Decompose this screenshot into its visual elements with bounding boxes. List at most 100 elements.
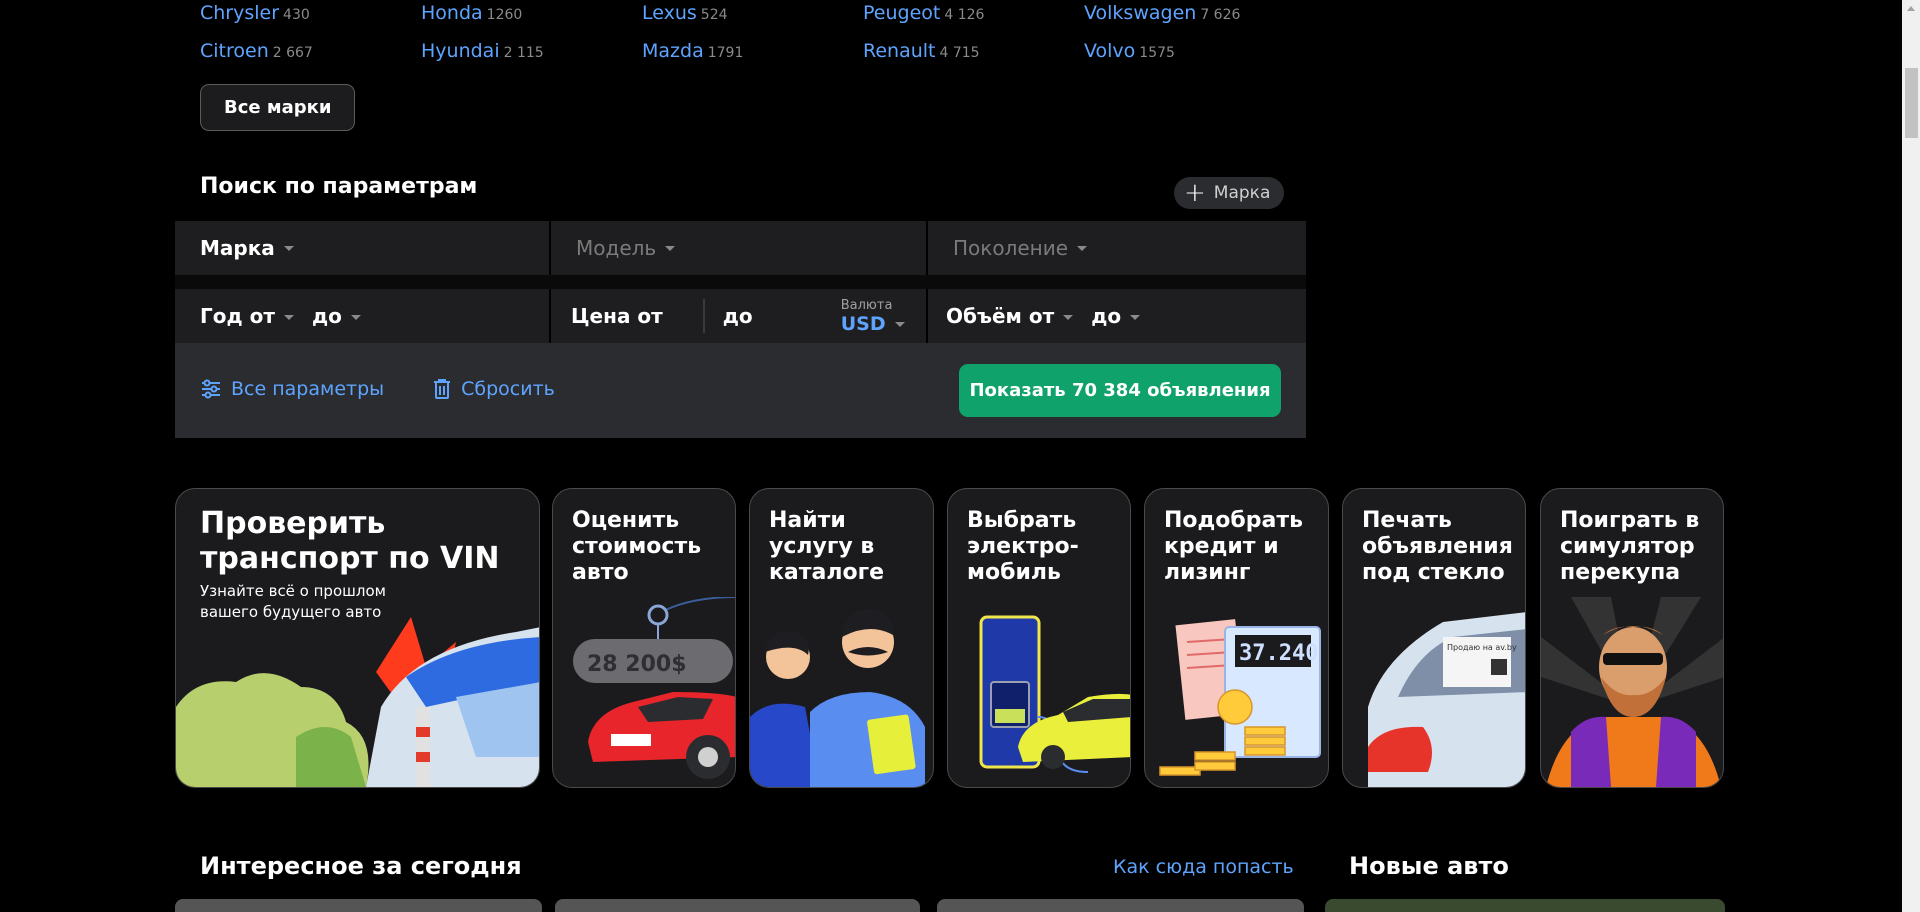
row-divider	[175, 275, 1306, 289]
article-thumbnail[interactable]	[937, 899, 1304, 912]
sliders-icon	[202, 379, 220, 399]
tile-credit-leasing[interactable]: Подобрать кредит и лизинг 37.240	[1144, 488, 1329, 788]
brand-count: 1575	[1139, 45, 1175, 61]
generation-select-label: Поколение	[953, 236, 1069, 260]
tile-reseller-game[interactable]: Поиграть в симулятор перекупа	[1540, 488, 1724, 788]
brand-count: 524	[700, 7, 728, 23]
scrollbar-thumb[interactable]	[1905, 68, 1918, 138]
how-to-get-here-link[interactable]: Как сюда попасть	[1113, 856, 1294, 878]
brand-select-label: Марка	[200, 236, 275, 260]
tile-service-catalog[interactable]: Найти услугу в каталоге	[749, 488, 934, 788]
search-row-vehicle: Марка Модель Поколение	[175, 221, 1306, 275]
year-to-select[interactable]: до	[312, 304, 361, 328]
chevron-down-icon	[350, 315, 361, 320]
model-select[interactable]: Модель	[551, 221, 928, 275]
all-params-label: Все параметры	[231, 378, 385, 400]
reset-link[interactable]: Сбросить	[432, 378, 555, 400]
model-select-label: Модель	[576, 236, 657, 260]
brand-count: 7 626	[1200, 7, 1241, 23]
search-title: Поиск по параметрам	[200, 174, 478, 199]
brand-count: 4 715	[939, 45, 980, 61]
volume-range: Объём от до	[928, 289, 1306, 343]
brand-link[interactable]: Mazda 1791	[642, 40, 863, 62]
brand-link[interactable]: Renault 4 715	[863, 40, 1084, 62]
brand-count: 2 667	[272, 45, 313, 61]
brand-link[interactable]: Chrysler 430	[200, 2, 421, 24]
new-car-thumbnail[interactable]	[1325, 899, 1725, 912]
tile-title: Проверить транспорт по VIN	[200, 506, 500, 576]
plus-icon: +	[1184, 178, 1206, 208]
volume-to-label: до	[1091, 304, 1122, 328]
show-results-button[interactable]: Показать 70 384 объявления	[959, 364, 1281, 417]
brand-row: Chrysler 430 Honda 1260 Lexus 524 Peugeot 4 …	[200, 0, 1310, 32]
year-from-label: Год от	[200, 304, 275, 328]
currency-value: USD	[841, 313, 905, 335]
brand-count: 430	[283, 7, 310, 23]
year-from-select[interactable]: Год от	[200, 304, 294, 328]
brand-count: 4 126	[944, 7, 985, 23]
volume-to-select[interactable]: до	[1091, 304, 1141, 328]
tile-print-ad[interactable]: Печать объявления под стекло Продаю на a…	[1342, 488, 1526, 788]
brand-count: 1791	[707, 45, 744, 61]
price-to-input[interactable]: до	[723, 304, 841, 328]
generation-select[interactable]: Поколение	[928, 221, 1306, 275]
new-cars-title: Новые авто	[1349, 852, 1509, 880]
brand-count: 1260	[486, 7, 523, 23]
sign-text: Продаю на av.by	[1447, 643, 1517, 652]
all-params-link[interactable]: Все параметры	[200, 378, 384, 400]
volume-from-select[interactable]: Объём от	[946, 304, 1074, 328]
article-thumbnail[interactable]	[175, 899, 542, 912]
brand-link[interactable]: Peugeot 4 126	[863, 2, 1084, 24]
divider	[702, 299, 705, 333]
currency-select[interactable]: Валюта USD	[841, 298, 905, 335]
reset-label: Сбросить	[461, 378, 555, 400]
year-to-label: до	[311, 304, 342, 328]
calculator-illustration: 37.240	[1159, 619, 1321, 776]
chevron-down-icon	[283, 245, 294, 251]
tile-electric-cars[interactable]: Выбрать электро- мобиль	[947, 488, 1131, 788]
tile-price-estimate[interactable]: Оценить стоимость авто 28 200$	[552, 488, 736, 788]
tile-title: Подобрать кредит и лизинг	[1164, 508, 1304, 585]
mechanics-illustration	[750, 608, 925, 787]
calculator-display: 37.240	[1239, 641, 1318, 666]
brand-select[interactable]: Марка	[175, 221, 551, 275]
chevron-down-icon	[665, 245, 676, 251]
brand-link[interactable]: Volkswagen 7 626	[1084, 2, 1305, 24]
chevron-down-icon	[1077, 245, 1088, 251]
scroll-up-arrow[interactable]	[1902, 0, 1920, 18]
tile-title: Оценить стоимость авто	[572, 508, 702, 585]
brand-count: 2 115	[503, 45, 544, 61]
add-brand-button[interactable]: + Марка	[1174, 177, 1285, 209]
article-thumbnail[interactable]	[555, 899, 920, 912]
reseller-character-illustration	[1541, 597, 1723, 787]
chevron-down-icon	[1063, 315, 1074, 320]
add-brand-label: Марка	[1213, 183, 1271, 203]
tile-title: Поиграть в симулятор перекупа	[1560, 508, 1700, 585]
all-brands-button[interactable]: Все марки	[200, 84, 356, 131]
car-window-sign-illustration: Продаю на av.by	[1368, 612, 1525, 787]
brand-link[interactable]: Volvo 1575	[1084, 40, 1305, 62]
brand-row: Citroen 2 667 Hyundai 2 115 Mazda 1791 Rena…	[200, 32, 1310, 70]
brand-link[interactable]: Lexus 524	[642, 2, 863, 24]
ev-charging-illustration	[979, 615, 1130, 773]
crash-illustration	[176, 617, 539, 787]
brand-link[interactable]: Honda 1260	[421, 2, 642, 24]
tile-title: Выбрать электро- мобиль	[967, 508, 1079, 585]
tile-title: Найти услугу в каталоге	[769, 508, 885, 585]
chevron-down-icon	[1130, 315, 1141, 320]
volume-from-label: Объём от	[946, 304, 1055, 328]
chevron-up-icon	[1907, 6, 1915, 11]
search-panel: Марка Модель Поколение Год от до Цена от…	[175, 221, 1306, 438]
search-row-params: Год от до Цена от до Валюта USD Объём от…	[175, 289, 1306, 343]
price-from-input[interactable]: Цена от	[571, 304, 663, 328]
brand-link[interactable]: Hyundai 2 115	[421, 40, 642, 62]
tile-title: Печать объявления под стекло	[1362, 508, 1513, 585]
trash-icon	[434, 379, 451, 399]
filter-actions: Все параметры Сбросить	[200, 378, 555, 400]
brand-link[interactable]: Citroen 2 667	[200, 40, 421, 62]
car-price-illustration: 28 200$	[573, 597, 735, 779]
currency-label: Валюта	[840, 297, 893, 313]
chevron-down-icon	[894, 321, 905, 327]
brand-list: Chrysler 430 Honda 1260 Lexus 524 Peugeot 4 …	[200, 0, 1310, 70]
tile-vin-check[interactable]: Проверить транспорт по VIN Узнайте всё о…	[175, 488, 540, 788]
